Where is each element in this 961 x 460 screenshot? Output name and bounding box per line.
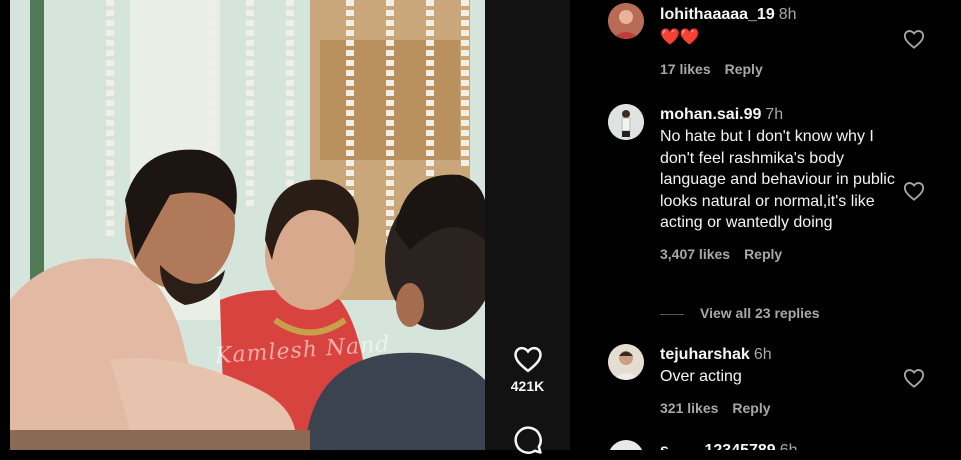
comment-username[interactable]: lohithaaaaa_19 — [660, 6, 775, 23]
view-replies-button[interactable]: View all 23 replies — [660, 305, 820, 321]
view-replies-label: View all 23 replies — [700, 305, 820, 321]
left-edge — [0, 0, 10, 450]
comment-time: 8h — [778, 6, 797, 23]
like-count: 421K — [510, 378, 545, 394]
comment-like-heart-icon[interactable] — [903, 180, 925, 202]
comment-username[interactable]: tejuharshak — [660, 346, 750, 363]
reply-button[interactable]: Reply — [744, 246, 782, 262]
avatar[interactable] — [608, 344, 644, 380]
avatar[interactable] — [608, 104, 644, 140]
comment-like-heart-icon[interactable] — [903, 28, 925, 50]
comment-username[interactable]: mohan.sai.99 — [660, 106, 761, 123]
comment-time: 7h — [765, 106, 784, 123]
comment-icon[interactable] — [513, 425, 543, 455]
like-action[interactable]: 421K — [485, 345, 570, 394]
comment-likes[interactable]: 17 likes — [660, 61, 711, 77]
comment-text: No hate but I don't know why I don't fee… — [660, 128, 895, 231]
comment-text: Over acting — [660, 368, 742, 385]
comment-header: s____12345789 6h — [660, 441, 940, 450]
comment-meta: 3,407 likes Reply — [660, 246, 940, 262]
comment-like-heart-icon[interactable] — [903, 367, 925, 389]
comment-header: lohithaaaaa_19 8h — [660, 5, 940, 25]
comment-meta: 321 likes Reply — [660, 400, 940, 416]
replies-divider — [660, 313, 684, 315]
reply-button[interactable]: Reply — [732, 400, 770, 416]
heart-icon[interactable] — [513, 345, 543, 373]
reel-actions: 421K — [485, 0, 570, 454]
comments-panel[interactable]: lohithaaaaa_19 8h ❤️❤️ 17 likes Reply moha… — [570, 0, 961, 450]
comment-likes[interactable]: 3,407 likes — [660, 246, 730, 262]
comment-likes[interactable]: 321 likes — [660, 400, 718, 416]
comment-header: mohan.sai.99 7h — [660, 105, 940, 125]
comment-header: tejuharshak 6h — [660, 345, 940, 365]
comment-time: 6h — [753, 346, 772, 363]
comment-username[interactable]: s____12345789 — [660, 442, 776, 450]
reel-video[interactable]: Kamlesh Nand — [10, 0, 485, 450]
reply-button[interactable]: Reply — [725, 61, 763, 77]
comment-meta: 17 likes Reply — [660, 61, 940, 77]
comment-time: 6h — [780, 442, 798, 450]
comment-text: ❤️❤️ — [660, 29, 700, 46]
avatar[interactable] — [608, 440, 644, 450]
video-frame-illustration — [10, 0, 485, 450]
avatar[interactable] — [608, 3, 644, 39]
comment-action[interactable] — [485, 425, 570, 460]
